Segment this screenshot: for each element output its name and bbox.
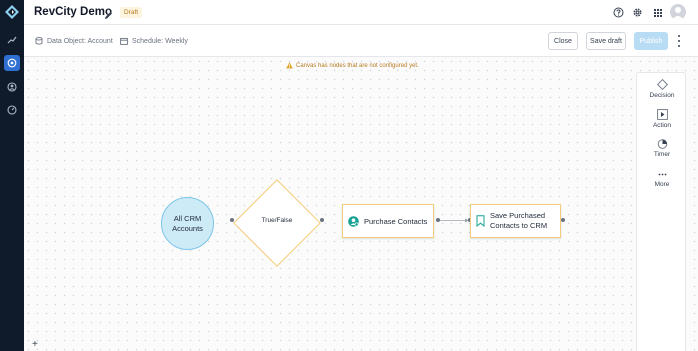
avatar[interactable] bbox=[670, 4, 686, 20]
data-object-info: Data Object: Account bbox=[35, 37, 113, 45]
help-icon[interactable] bbox=[612, 6, 625, 19]
diamond-icon bbox=[656, 79, 668, 90]
pencil-icon[interactable] bbox=[104, 7, 113, 25]
play-icon bbox=[656, 109, 668, 120]
palette-item-more[interactable]: More bbox=[637, 170, 687, 188]
close-button[interactable]: Close bbox=[548, 32, 578, 50]
workflow-icon[interactable] bbox=[4, 55, 20, 71]
save-draft-button[interactable]: Save draft bbox=[586, 32, 626, 50]
palette-item-label: Timer bbox=[653, 151, 671, 158]
warning-icon bbox=[286, 62, 293, 69]
more-options-icon[interactable] bbox=[676, 35, 682, 47]
workflow-toolbar: Data Object: Account Schedule: Weekly Cl… bbox=[24, 25, 698, 57]
action-node-label-line2: Contacts to CRM bbox=[490, 221, 548, 230]
trend-icon[interactable] bbox=[4, 32, 20, 48]
schedule-label: Schedule: Weekly bbox=[132, 37, 188, 45]
user-circle-icon[interactable] bbox=[4, 79, 20, 95]
action-node-save-contacts[interactable]: Save Purchased Contacts to CRM bbox=[470, 204, 561, 238]
canvas-warning: Canvas has nodes that are not configured… bbox=[286, 62, 419, 69]
action-node-label: Purchase Contacts bbox=[364, 216, 428, 226]
start-node-label-line1: All CRM bbox=[173, 213, 202, 223]
palette-item-label: More bbox=[654, 181, 670, 188]
status-badge: Draft bbox=[120, 7, 143, 18]
ellipsis-icon bbox=[658, 173, 666, 176]
zoom-in-icon[interactable]: + bbox=[32, 340, 38, 350]
action-node-purchase-contacts[interactable]: Purchase Contacts bbox=[342, 204, 434, 238]
top-header: RevCity Demo Draft bbox=[24, 0, 698, 25]
palette-item-decision[interactable]: Decision bbox=[637, 79, 687, 99]
gear-icon[interactable] bbox=[631, 6, 644, 19]
workflow-canvas[interactable]: Canvas has nodes that are not configured… bbox=[24, 57, 698, 351]
schedule-info: Schedule: Weekly bbox=[120, 37, 188, 45]
publish-button[interactable]: Publish bbox=[634, 32, 668, 50]
action-node-label-line1: Save Purchased bbox=[490, 211, 546, 220]
apps-grid-icon[interactable] bbox=[651, 6, 664, 19]
bookmark-icon bbox=[476, 215, 485, 227]
canvas-warning-text: Canvas has nodes that are not configured… bbox=[296, 62, 419, 69]
palette-item-label: Action bbox=[652, 122, 672, 129]
node-palette: Decision Action Timer More bbox=[636, 72, 686, 351]
connector-dot[interactable] bbox=[320, 218, 324, 222]
decision-node-label: True/False bbox=[261, 217, 293, 224]
contacts-icon bbox=[348, 215, 359, 227]
app-logo-icon[interactable] bbox=[5, 5, 19, 19]
palette-item-label: Decision bbox=[649, 92, 675, 99]
timer-icon bbox=[657, 139, 667, 149]
palette-item-timer[interactable]: Timer bbox=[637, 138, 687, 158]
connector-arrow bbox=[440, 218, 469, 223]
database-icon bbox=[35, 37, 43, 45]
palette-item-action[interactable]: Action bbox=[637, 109, 687, 129]
left-rail bbox=[0, 0, 24, 351]
calendar-icon bbox=[120, 37, 128, 45]
connector-dot[interactable] bbox=[561, 218, 565, 222]
start-node-label-line2: Accounts bbox=[172, 223, 203, 233]
data-object-label: Data Object: Account bbox=[47, 37, 113, 45]
page-title: RevCity Demo bbox=[34, 6, 112, 18]
gauge-icon[interactable] bbox=[4, 102, 20, 118]
start-node[interactable]: All CRM Accounts bbox=[161, 197, 214, 250]
